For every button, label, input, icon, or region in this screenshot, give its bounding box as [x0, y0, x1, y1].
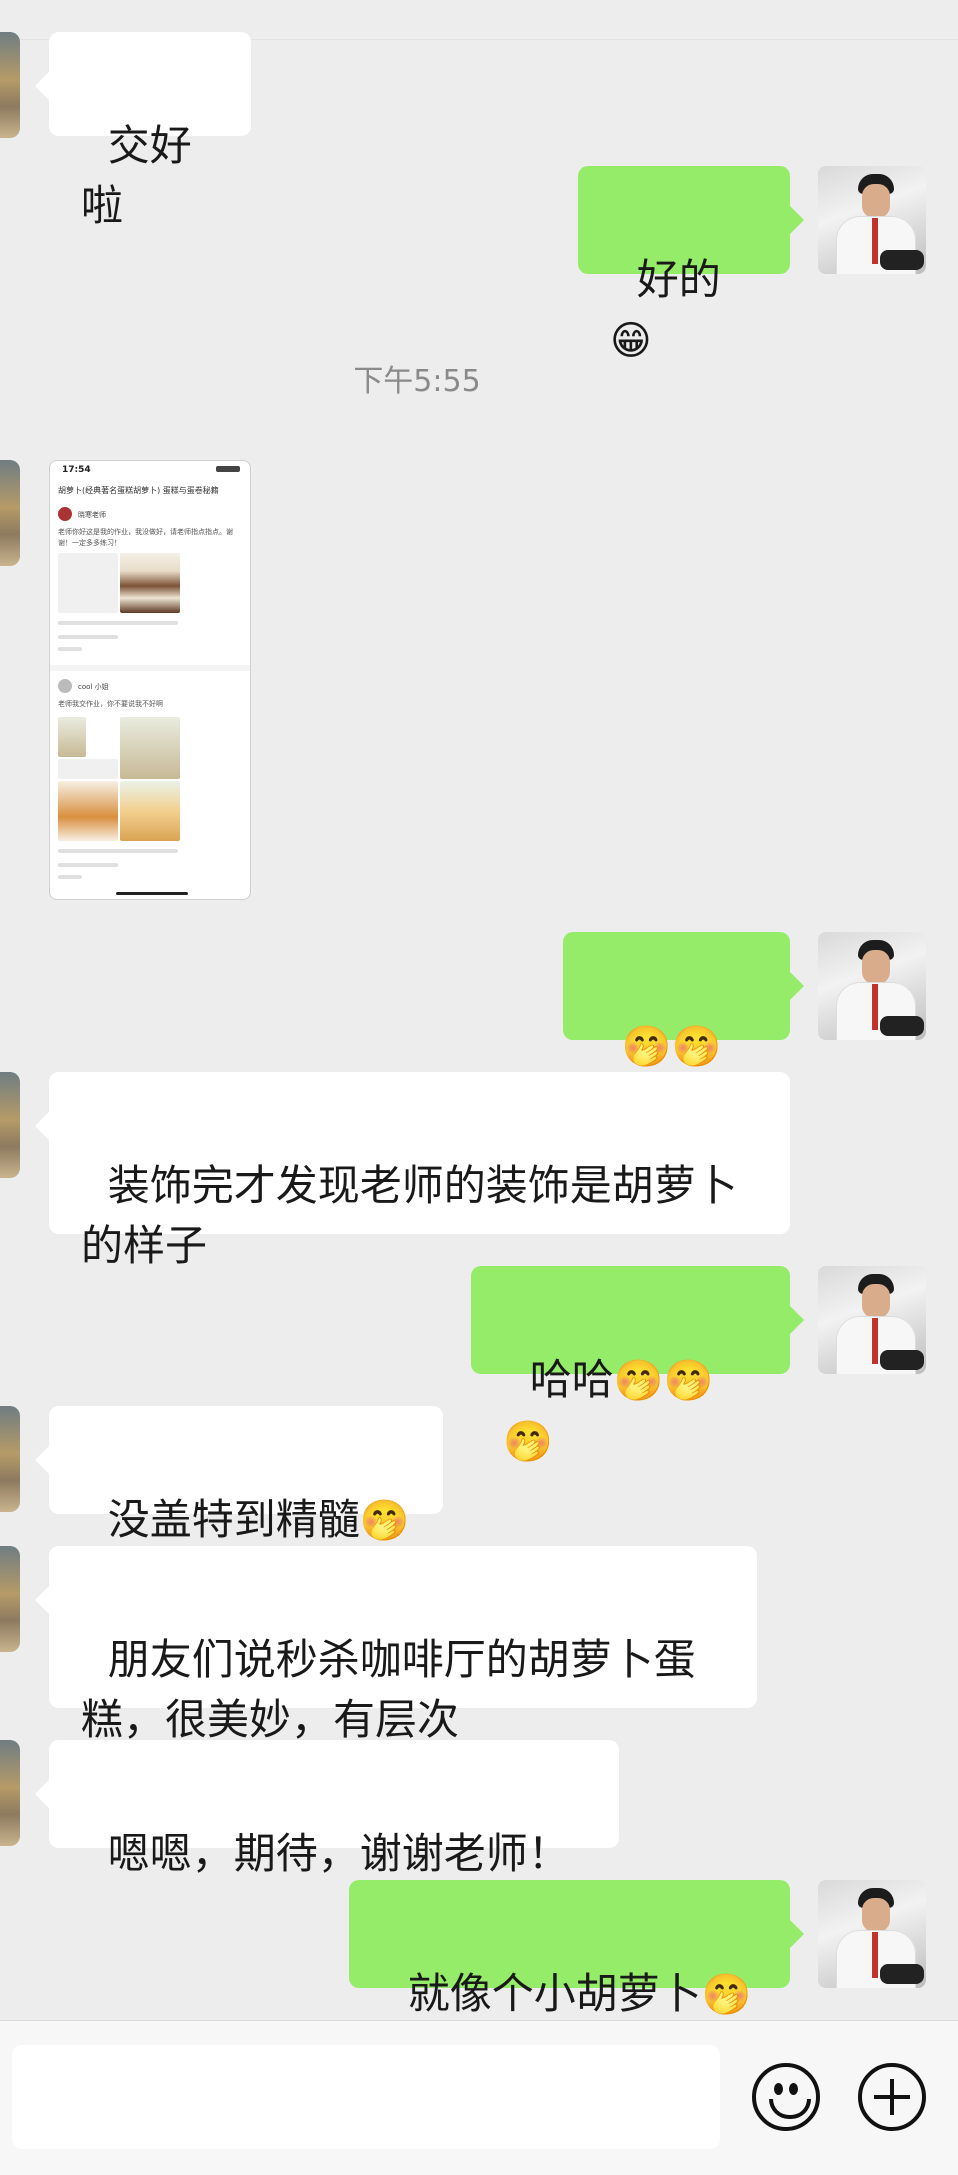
contact-avatar[interactable] — [0, 1740, 20, 1846]
message-text: 朋友们说秒杀咖啡厅的胡萝卜蛋 糕，很美妙，有层次 — [81, 1635, 696, 1744]
my-avatar[interactable] — [818, 1880, 926, 1988]
screenshot-cake-photo — [120, 781, 180, 841]
message-bubble-incoming[interactable]: 嗯嗯，期待，谢谢老师！ — [35, 1740, 619, 1878]
screenshot-action-line — [58, 863, 118, 867]
screenshot-photo — [58, 759, 118, 779]
message-bubble-outgoing[interactable]: 🤭🤭🤭 — [563, 932, 804, 1131]
screenshot-username: 晓寒老师 — [78, 511, 106, 519]
contact-avatar[interactable] — [0, 1406, 20, 1512]
screenshot-photo — [58, 553, 118, 613]
covering-mouth-emoji-icon: 🤭 — [701, 1972, 752, 2018]
message-text: 交好啦 — [81, 121, 192, 230]
screenshot-date-line — [58, 647, 82, 651]
message-bubble-incoming[interactable]: 装饰完才发现老师的装饰是胡萝卜 的样子 — [35, 1072, 790, 1270]
contact-avatar[interactable] — [0, 32, 20, 138]
screenshot-image-message[interactable]: 17:54 胡萝卜(经典著名蛋糕胡萝卜) 蛋糕与蛋卷秘籍 晓寒老师 老师你好这是… — [49, 460, 251, 900]
screenshot-post-text: 老师我交作业，你不要说我不好啊 — [58, 700, 163, 708]
screenshot-date-line — [58, 875, 82, 879]
screenshot-caption-line — [58, 621, 178, 625]
message-text: 好的 — [636, 255, 721, 304]
message-bubble-incoming[interactable]: 交好啦 — [35, 32, 251, 230]
my-avatar[interactable] — [818, 1266, 926, 1374]
message-input-bar — [0, 2020, 958, 2175]
screenshot-nav-title: 胡萝卜(经典著名蛋糕胡萝卜) 蛋糕与蛋卷秘籍 — [58, 486, 219, 495]
plus-circle-icon[interactable] — [858, 2063, 926, 2131]
message-timestamp: 下午5:55 — [353, 364, 481, 399]
message-text: 就像个小胡萝卜 — [407, 1969, 702, 2018]
covering-mouth-emoji-icon: 🤭 — [359, 1498, 410, 1544]
screenshot-status-time: 17:54 — [62, 465, 91, 475]
my-avatar[interactable] — [818, 932, 926, 1040]
screenshot-username: cool 小姐 — [78, 683, 109, 691]
screenshot-home-indicator — [116, 892, 188, 895]
contact-avatar[interactable] — [0, 460, 20, 566]
screenshot-cake-photo — [58, 781, 118, 841]
screenshot-signal-icon — [216, 466, 240, 472]
contact-avatar[interactable] — [0, 1072, 20, 1178]
smiley-icon[interactable] — [752, 2063, 820, 2131]
message-bubble-incoming[interactable]: 没盖特到精髓🤭 — [35, 1406, 443, 1544]
message-bubble-outgoing[interactable]: 哈哈🤭🤭🤭 — [471, 1266, 804, 1465]
message-text: 哈哈 — [529, 1355, 614, 1404]
screenshot-cake-photo — [120, 553, 180, 613]
message-input[interactable] — [12, 2045, 720, 2149]
screenshot-user-avatar — [58, 679, 72, 693]
screenshot-user-avatar — [58, 507, 72, 521]
message-bubble-incoming[interactable]: 朋友们说秒杀咖啡厅的胡萝卜蛋 糕，很美妙，有层次 — [35, 1546, 757, 1744]
screenshot-caption-line — [58, 849, 178, 853]
screenshot-separator — [50, 665, 250, 671]
message-text: 嗯嗯，期待，谢谢老师！ — [107, 1829, 570, 1878]
screenshot-action-line — [58, 635, 118, 639]
contact-avatar[interactable] — [0, 1546, 20, 1652]
my-avatar[interactable] — [818, 166, 926, 274]
message-bubble-outgoing[interactable]: 就像个小胡萝卜🤭 — [349, 1880, 804, 2018]
message-text: 装饰完才发现老师的装饰是胡萝卜 的样子 — [81, 1161, 738, 1270]
message-text: 没盖特到精髓 — [107, 1495, 360, 1544]
message-bubble-outgoing[interactable]: 好的😁 — [578, 166, 804, 364]
screenshot-post-text: 老师你好这是我的作业，我没做好，请老师指点指点。谢谢！一定多多练习！ — [58, 528, 233, 547]
screenshot-photo — [120, 717, 180, 779]
screenshot-photo — [58, 717, 86, 757]
